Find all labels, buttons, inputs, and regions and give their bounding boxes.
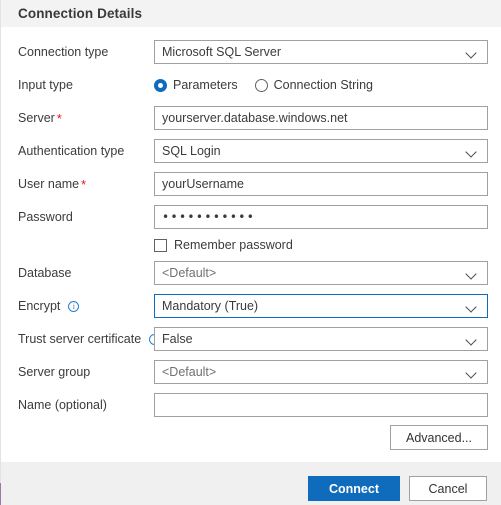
label-database: Database: [18, 265, 72, 280]
advanced-button[interactable]: Advanced...: [390, 425, 488, 450]
row-input-type: Input type Parameters Connection String: [1, 73, 501, 97]
label-name-optional: Name (optional): [18, 397, 107, 412]
row-trust-server-certificate: Trust server certificate False: [1, 327, 501, 351]
chevron-down-icon: [466, 145, 478, 157]
dialog-title: Connection Details: [18, 6, 143, 21]
required-asterisk-user-name: *: [81, 177, 87, 192]
row-password: Password •••••••••••: [1, 205, 501, 229]
row-user-name: User name * yourUsername: [1, 172, 501, 196]
password-input[interactable]: •••••••••••: [154, 205, 488, 229]
input-type-radio-group: Parameters Connection String: [154, 73, 390, 97]
connection-type-select[interactable]: Microsoft SQL Server: [154, 40, 488, 64]
row-server-group: Server group <Default>: [1, 360, 501, 384]
label-encrypt: Encrypt: [18, 298, 80, 313]
connection-type-value: Microsoft SQL Server: [162, 45, 282, 59]
label-authentication-type: Authentication type: [18, 143, 125, 158]
server-value: yourserver.database.windows.net: [162, 111, 348, 125]
connect-button[interactable]: Connect: [308, 476, 400, 501]
label-server-group: Server group: [18, 364, 91, 379]
authentication-type-select[interactable]: SQL Login: [154, 139, 488, 163]
label-password: Password: [18, 209, 73, 224]
chevron-down-icon: [466, 46, 478, 58]
radio-parameters[interactable]: Parameters: [154, 78, 238, 92]
checkbox-mark: [154, 238, 167, 252]
trust-server-certificate-value: False: [162, 332, 193, 346]
radio-parameters-mark: [154, 78, 167, 92]
label-input-type: Input type: [18, 77, 73, 92]
label-user-name-text: User name: [18, 176, 80, 191]
row-database: Database <Default>: [1, 261, 501, 285]
info-icon[interactable]: [68, 300, 80, 312]
encrypt-value: Mandatory (True): [162, 299, 259, 313]
row-authentication-type: Authentication type SQL Login: [1, 139, 501, 163]
cancel-button-label: Cancel: [428, 481, 468, 496]
server-group-value: <Default>: [162, 365, 217, 379]
password-value: •••••••••••: [162, 210, 256, 224]
connection-form: Connection type Microsoft SQL Server Inp…: [1, 27, 501, 462]
name-optional-input[interactable]: [154, 393, 488, 417]
connection-details-dialog: Connection Details Connection type Micro…: [0, 0, 501, 505]
label-trust-server-certificate-text: Trust server certificate: [18, 331, 142, 346]
connect-button-label: Connect: [329, 481, 379, 496]
trust-server-certificate-select[interactable]: False: [154, 327, 488, 351]
radio-connection-string-label: Connection String: [273, 78, 373, 92]
chevron-down-icon: [466, 267, 478, 279]
radio-connection-string[interactable]: Connection String: [254, 78, 373, 92]
label-server-text: Server: [18, 110, 55, 125]
chevron-down-icon: [466, 366, 478, 378]
user-name-input[interactable]: yourUsername: [154, 172, 488, 196]
user-name-value: yourUsername: [162, 177, 244, 191]
label-trust-server-certificate: Trust server certificate: [18, 331, 161, 346]
server-group-select[interactable]: <Default>: [154, 360, 488, 384]
required-asterisk-server: *: [56, 111, 62, 126]
radio-connection-string-mark: [254, 78, 268, 92]
database-select[interactable]: <Default>: [154, 261, 488, 285]
label-encrypt-text: Encrypt: [18, 298, 61, 313]
radio-parameters-label: Parameters: [173, 78, 238, 92]
label-user-name: User name *: [18, 178, 86, 191]
row-connection-type: Connection type Microsoft SQL Server: [1, 40, 501, 64]
encrypt-select[interactable]: Mandatory (True): [154, 294, 488, 318]
advanced-button-label: Advanced...: [405, 430, 472, 445]
dialog-titlebar: Connection Details: [1, 0, 501, 27]
row-name-optional: Name (optional): [1, 393, 501, 417]
cancel-button[interactable]: Cancel: [409, 476, 487, 501]
remember-password-label: Remember password: [174, 238, 293, 252]
database-value: <Default>: [162, 266, 217, 280]
server-input[interactable]: yourserver.database.windows.net: [154, 106, 488, 130]
row-server: Server * yourserver.database.windows.net: [1, 106, 501, 130]
authentication-type-value: SQL Login: [162, 144, 221, 158]
row-encrypt: Encrypt Mandatory (True): [1, 294, 501, 318]
remember-password-checkbox[interactable]: Remember password: [154, 234, 293, 256]
label-server: Server *: [18, 112, 62, 125]
label-connection-type: Connection type: [18, 44, 109, 59]
chevron-down-icon: [466, 333, 478, 345]
chevron-down-icon: [466, 300, 478, 312]
